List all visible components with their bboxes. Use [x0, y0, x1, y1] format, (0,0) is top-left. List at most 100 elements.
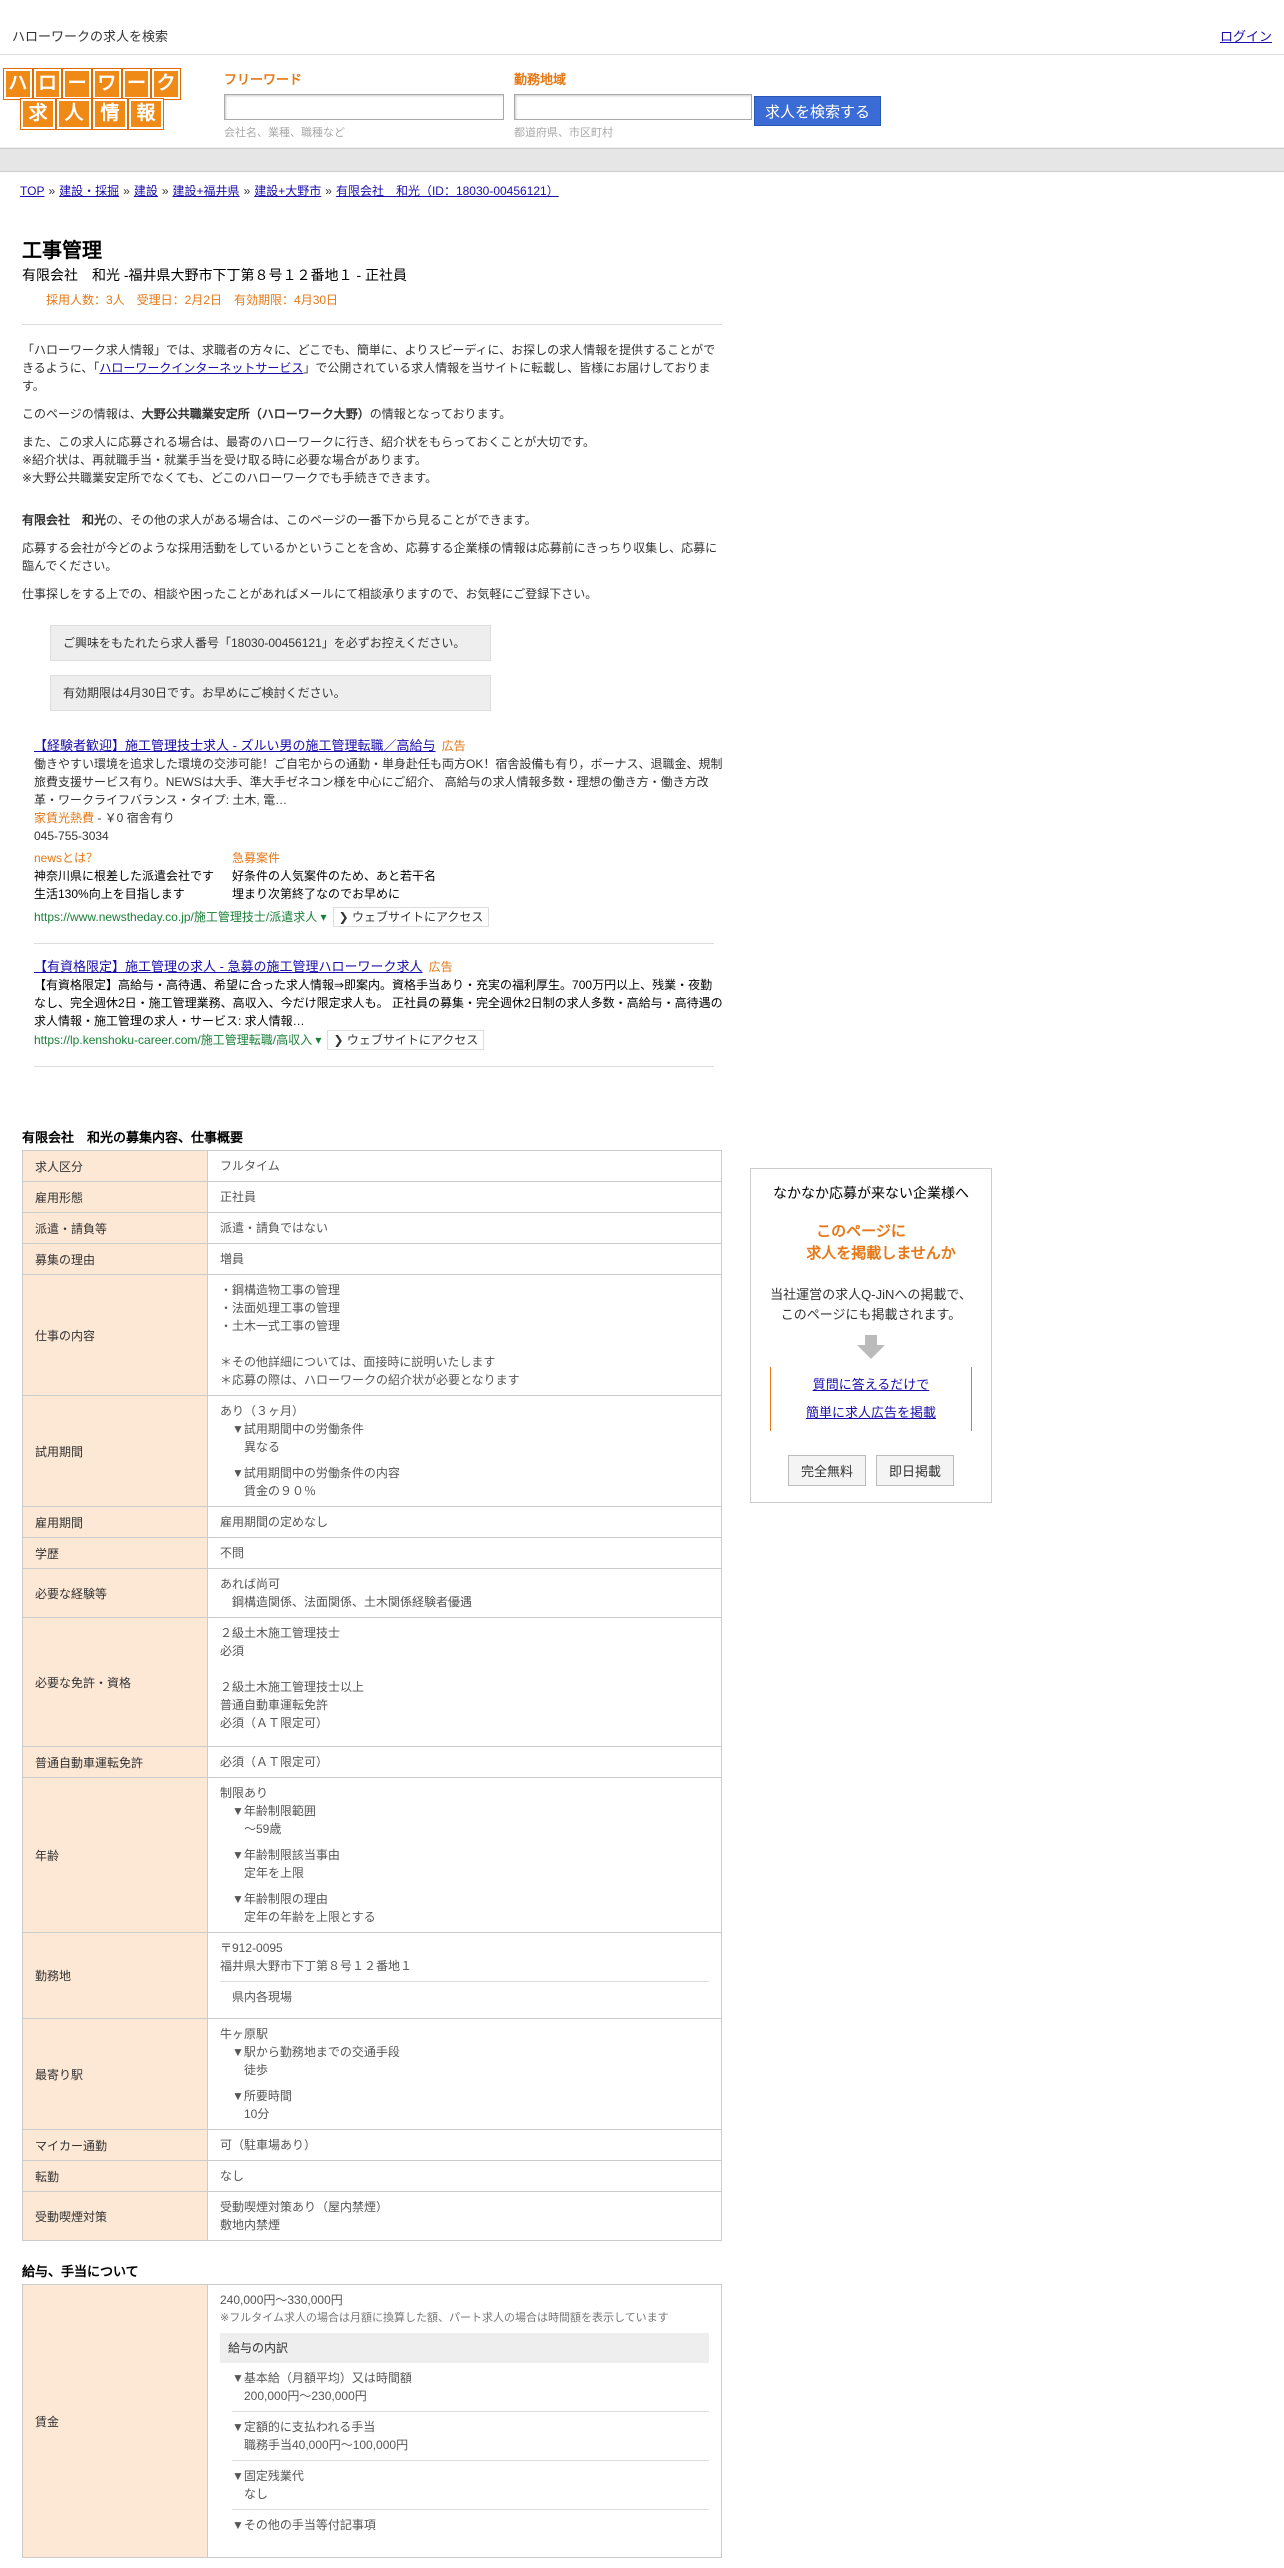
table-row: マイカー通勤 可（駐車場あり）	[22, 2129, 722, 2161]
table-row: 年齢 制限あり ▼年齢制限範囲 〜59歳 ▼年齢制限該当事由 定年を上限 ▼年齢…	[22, 1777, 722, 1933]
ad-rent: 家賃光熱費 - ￥0 宿舎有り	[34, 811, 175, 825]
logo-char: ー	[63, 69, 91, 99]
table-row: 募集の理由 増員	[22, 1243, 722, 1275]
same-day-button[interactable]: 即日掲載	[876, 1455, 955, 1486]
area-group: 勤務地域 都道府県、市区町村	[514, 69, 752, 140]
ad-title-link[interactable]: 【有資格限定】施工管理の求人 - 急募の施工管理ハローワーク求人	[34, 959, 423, 974]
table-row: 普通自動車運転免許 必須（ＡＴ限定可）	[22, 1746, 722, 1778]
sidebar-catch-1: このページに	[816, 1223, 906, 1240]
table-row: 転勤 なし	[22, 2160, 722, 2192]
salary-section-title: 給与、手当について	[22, 2264, 139, 2279]
ad-block: 【有資格限定】施工管理の求人 - 急募の施工管理ハローワーク求人 広告 【有資格限…	[34, 958, 724, 1050]
ad-visit-button[interactable]: ❯ ウェブサイトにアクセス	[327, 1030, 485, 1050]
ad-title-link[interactable]: 【経験者歓迎】施工管理技士求人 - ズルい男の施工管理転職／高給与	[34, 738, 436, 753]
ad-url[interactable]: https://www.newstheday.co.jp/施工管理技士/派遣求人	[34, 910, 317, 924]
dropdown-icon[interactable]: ▾	[312, 1033, 321, 1047]
area-label: 勤務地域	[514, 72, 567, 87]
company-line: 有限会社 和光 -福井県大野市下丁第８号１２番地１ - 正社員	[22, 267, 407, 283]
table-row: 最寄り駅 牛ヶ原駅 ▼駅から勤務地までの交通手段 徒歩 ▼所要時間 10分	[22, 2018, 722, 2130]
logo-char: ロ	[33, 69, 62, 99]
table-row: 派遣・請負等 派遣・請負ではない	[22, 1212, 722, 1244]
consult-paragraph: 仕事探しをする上での、相談や困ったことがあればメールにて相談承りますので、お気軽…	[22, 587, 598, 601]
sidebar-buttons: 完全無料 即日掲載	[751, 1455, 991, 1486]
logo-char: ハ	[3, 69, 32, 99]
table-row: 雇用期間 雇用期間の定めなし	[22, 1506, 722, 1538]
main-content: 工事管理 有限会社 和光 -福井県大野市下丁第８号１２番地１ - 正社員 採用人…	[22, 226, 724, 2558]
logo-char: ー	[122, 69, 151, 99]
logo-char: 求	[21, 99, 55, 129]
breadcrumb-current[interactable]: 有限会社 和光（ID：18030-00456121）	[336, 184, 559, 198]
sidebar-links: 質問に答えるだけで 簡単に求人広告を掲載	[770, 1367, 972, 1431]
ad-description: 働きやすい環境を追求した環境の交渉可能！ご自宅からの通勤・単身赴任も両方OK！宿…	[34, 757, 723, 807]
ad-block: 【経験者歓迎】施工管理技士求人 - ズルい男の施工管理転職／高給与 広告 働きやす…	[34, 737, 724, 927]
advertise-sidebar: なかなか応募が来ない企業様へ このページに 求人を掲載しませんか 当社運営の求人…	[750, 1168, 992, 1503]
logo-char: 報	[129, 99, 163, 129]
breadcrumb: TOP» 建設・採掘» 建設» 建設+福井県» 建設+大野市» 有限会社 和光（ID：18…	[20, 184, 559, 198]
logo-char: ワ	[93, 69, 121, 99]
site-title: ハローワークの求人を検索	[12, 29, 169, 44]
sidebar-desc-2: このページにも掲載されます。	[780, 1307, 962, 1322]
job-number-notice: ご興味をもたれたら求人番号「18030-00456121」を必ずお控えください。	[50, 625, 491, 661]
job-meta: 採用人数：3人 受理日：2月2日 有効期限：4月30日	[46, 293, 339, 307]
ad-tag: 広告	[428, 960, 453, 974]
referral-note-2: ※大野公共職業安定所でなくても、どこのハローワークでも手続きできます。	[22, 471, 438, 485]
dropdown-icon[interactable]: ▾	[317, 910, 327, 924]
area-hint: 都道府県、市区町村	[514, 127, 613, 139]
job-title: 工事管理	[22, 240, 102, 262]
table-row: 学歴 不問	[22, 1537, 722, 1569]
job-details-table: 求人区分 フルタイム 雇用形態 正社員 派遣・請負等 派遣・請負ではない 募集の理由増…	[22, 1150, 722, 2241]
gray-band	[0, 148, 1284, 172]
table-row: 必要な免許・資格 ２級土木施工管理技士 必須 ２級土木施工管理技士以上 普通自動…	[22, 1617, 722, 1747]
ad-sitelink[interactable]: newsとは？ 神奈川県に根差した派遣会社です 生活130%向上を目指します	[34, 849, 214, 903]
deadline-notice: 有効期限は4月30日です。お早めにご検討ください。	[50, 675, 491, 711]
sidebar-desc-1: 当社運営の求人Q-JiNへの掲載で、	[770, 1287, 972, 1302]
referral-paragraph: また、この求人に応募される場合は、最寄のハローワークに行き、紹介状をもらっておく…	[22, 435, 596, 449]
prepare-paragraph: 応募する会社が今どのような採用活動をしているかということを含め、応募する企業様の…	[22, 541, 718, 573]
sidebar-title: なかなか応募が来ない企業様へ	[773, 1185, 969, 1201]
table-row: 受動喫煙対策 受動喫煙対策あり（屋内禁煙） 敷地内禁煙	[22, 2191, 722, 2241]
search-button-wrap: 求人を検索する	[754, 96, 882, 126]
search-button[interactable]: 求人を検索する	[754, 96, 882, 126]
sidebar-link-post-ad[interactable]: 簡単に求人広告を掲載	[806, 1405, 936, 1420]
table-row: 必要な経験等 あれば尚可 鋼構造関係、法面関係、土木関係経験者優遇	[22, 1568, 722, 1618]
table-row: 賃金 240,000円〜330,000円 ※フルタイム求人の場合は月額に換算した…	[22, 2284, 722, 2558]
salary-table: 賃金 240,000円〜330,000円 ※フルタイム求人の場合は月額に換算した…	[22, 2284, 722, 2558]
referral-note-1: ※紹介状は、再就職手当・就業手当を受け取る時に必要な場合があります。	[22, 453, 427, 467]
breadcrumb-top[interactable]: TOP	[20, 184, 44, 198]
table-row: 試用期間 あり（３ヶ月） ▼試用期間中の労働条件 異なる ▼試用期間中の労働条件…	[22, 1395, 722, 1507]
logo-char: ク	[152, 69, 181, 99]
hellowork-internet-link[interactable]: ハローワークインターネットサービス	[99, 361, 303, 375]
breadcrumb-prefecture[interactable]: 建設+福井県	[173, 184, 240, 198]
freeword-hint: 会社名、業種、職種など	[224, 127, 345, 139]
freeword-input[interactable]	[224, 94, 504, 120]
ad-sitelink[interactable]: 急募案件 好条件の人気案件のため、あと若干名 埋まり次第終了なのでお早めに	[232, 849, 436, 903]
ad-visit-button[interactable]: ❯ ウェブサイトにアクセス	[332, 907, 490, 927]
ad-sitelinks: newsとは？ 神奈川県に根差した派遣会社です 生活130%向上を目指します 急…	[34, 849, 724, 903]
sidebar-catch-2: 求人を掲載しませんか	[806, 1245, 956, 1262]
other-jobs-paragraph: 有限会社 和光の、その他の求人がある場合は、このページの一番下から見ることができ…	[22, 513, 537, 527]
table-row: 求人区分 フルタイム	[22, 1150, 722, 1182]
sidebar-link-questions[interactable]: 質問に答えるだけで	[813, 1377, 930, 1392]
breadcrumb-city[interactable]: 建設+大野市	[254, 184, 321, 198]
salary-breakdown-header: 給与の内訳	[220, 2333, 709, 2363]
logo-char: 情	[93, 99, 127, 129]
freeword-label: フリーワード	[224, 72, 303, 87]
office-paragraph: このページの情報は、大野公共職業安定所（ハローワーク大野）の情報となっております…	[22, 407, 512, 421]
table-row: 雇用形態 正社員	[22, 1181, 722, 1213]
down-arrow-icon	[751, 1335, 991, 1359]
area-input[interactable]	[514, 94, 752, 120]
table-row: 仕事の内容 ・鋼構造物工事の管理 ・法面処理工事の管理 ・土木一式工事の管理 ＊…	[22, 1274, 722, 1396]
ad-url[interactable]: https://lp.kenshoku-career.com/施工管理転職/高収…	[34, 1033, 312, 1047]
intro-paragraph: 「ハローワーク求人情報」では、求職者の方々に、どこでも、簡単に、よりスピーディに…	[22, 343, 716, 393]
top-bar: ハローワークの求人を検索 ログイン	[0, 0, 1284, 55]
login-link[interactable]: ログイン	[1220, 26, 1272, 45]
breadcrumb-subcategory[interactable]: 建設	[134, 184, 158, 198]
details-section-title: 有限会社 和光の募集内容、仕事概要	[22, 1130, 244, 1145]
ad-tag: 広告	[441, 739, 466, 753]
freeword-group: フリーワード 会社名、業種、職種など	[224, 69, 504, 140]
breadcrumb-category[interactable]: 建設・採掘	[59, 184, 119, 198]
hellowork-logo[interactable]: ハ ロ ー ワ ー ク 求 人 情 報	[3, 69, 181, 129]
free-button[interactable]: 完全無料	[787, 1455, 866, 1486]
search-band: ハ ロ ー ワ ー ク 求 人 情 報 フリーワード 会社名、業種、職種など 勤…	[0, 55, 1284, 148]
ad-phone[interactable]: 045-755-3034	[34, 827, 724, 845]
